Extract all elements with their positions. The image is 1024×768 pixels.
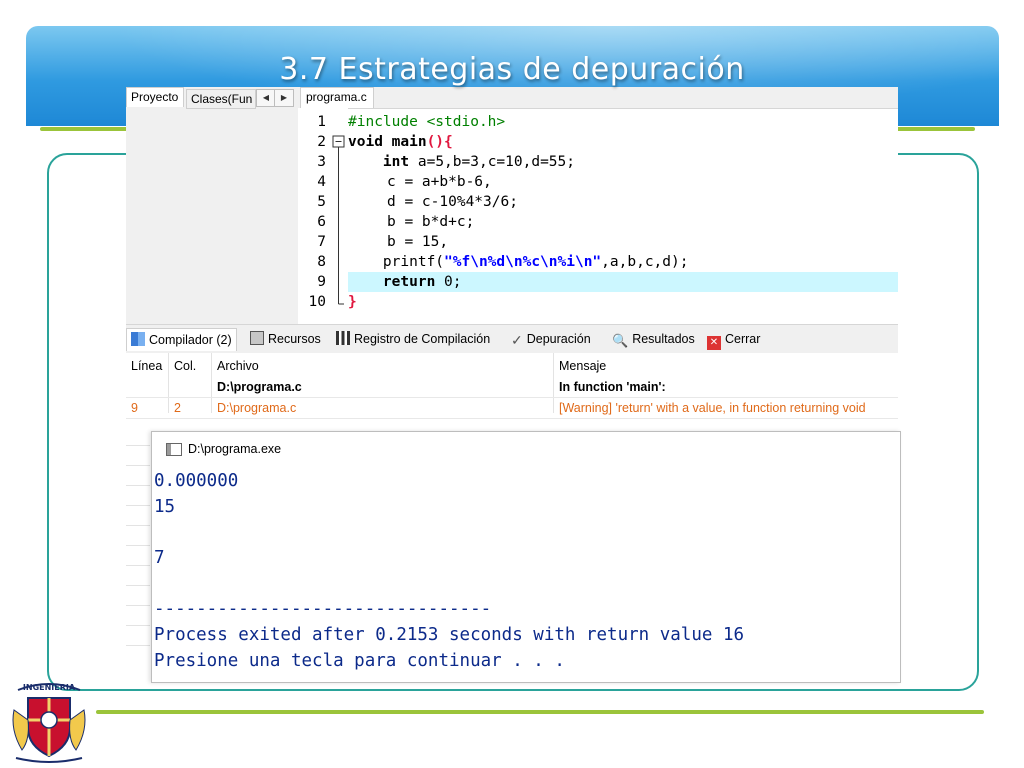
row-divider	[126, 505, 150, 506]
cell-mensaje: In function 'main':	[559, 380, 666, 394]
fold-minus-icon[interactable]	[332, 134, 346, 334]
cell-archivo: D:\programa.c	[217, 401, 297, 415]
declaration: a=5,b=3,c=10,d=55;	[409, 154, 575, 170]
tab-resultados[interactable]: 🔍 Resultados	[612, 328, 695, 350]
row-divider	[126, 565, 150, 566]
scroll-left-icon[interactable]: ◀	[256, 89, 276, 107]
line-number: 3	[317, 154, 326, 170]
tab-label: Registro de Compilación	[354, 332, 491, 346]
tab-label: Depuración	[526, 332, 591, 346]
tab-depuracion[interactable]: ✓ Depuración	[511, 328, 591, 350]
bar-chart-icon	[336, 331, 350, 345]
tab-recursos[interactable]: Recursos	[250, 328, 321, 350]
code-line-2: void main(){	[348, 134, 453, 150]
editor-tabbar: programa.c	[298, 87, 898, 109]
row-divider	[126, 645, 150, 646]
console-line: Process exited after 0.2153 seconds with…	[154, 625, 745, 645]
code-line-10: }	[348, 294, 357, 310]
keyword-int: int	[382, 154, 410, 170]
cell-archivo: D:\programa.c	[217, 380, 302, 394]
tab-proyecto[interactable]: Proyecto	[126, 87, 184, 107]
logo-text: INGENIERIA	[23, 683, 76, 692]
line-number: 9	[317, 274, 326, 290]
tab-label: Cerrar	[725, 332, 761, 346]
table-row[interactable]: 9 2 D:\programa.c [Warning] 'return' wit…	[126, 398, 898, 419]
header-col[interactable]: Col.	[174, 359, 196, 373]
compiler-grid-icon	[131, 332, 145, 346]
console-title: D:\programa.exe	[188, 442, 282, 456]
magnifier-icon: 🔍	[612, 333, 629, 348]
header-archivo[interactable]: Archivo	[217, 359, 259, 373]
keyword-return: return	[382, 274, 436, 290]
resources-icon	[250, 331, 264, 345]
row-divider	[126, 585, 150, 586]
return-value: 0;	[435, 274, 462, 290]
line-number: 8	[317, 254, 326, 270]
line-number: 10	[308, 294, 326, 310]
code-line-1: #include <stdio.h>	[348, 114, 506, 130]
tab-label: Recursos	[268, 332, 321, 346]
code-line-7: b = 15,	[387, 234, 449, 250]
code-line-9: return 0;	[348, 272, 898, 292]
console-line: --------------------------------	[154, 599, 492, 619]
scroll-right-icon[interactable]: ▶	[274, 89, 294, 107]
console-titlebar[interactable]: D:\programa.exe	[152, 432, 900, 466]
console-line: 15	[154, 497, 176, 517]
cell-linea: 9	[131, 401, 138, 415]
code-editor[interactable]: #include <stdio.h> void main(){ int a=5,…	[348, 108, 898, 324]
line-number: 5	[317, 194, 326, 210]
code-line-8: printf("%f\n%d\n%c\n%i\n",a,b,c,d);	[348, 252, 898, 272]
cell-mensaje: [Warning] 'return' with a value, in func…	[559, 401, 866, 415]
tab-compilador[interactable]: Compilador (2)	[126, 328, 237, 351]
console-line: 7	[154, 548, 165, 568]
console-line: Presione una tecla para continuar . . .	[154, 651, 565, 671]
header-mensaje[interactable]: Mensaje	[559, 359, 606, 373]
table-row[interactable]: D:\programa.c In function 'main':	[126, 377, 898, 398]
top-rule-right	[895, 127, 975, 131]
console-line: 0.000000	[154, 471, 239, 491]
keyword-void: void	[348, 134, 383, 150]
function-name: main	[382, 134, 427, 150]
tab-cerrar[interactable]: ✕ Cerrar	[707, 328, 760, 350]
cell-col: 2	[174, 401, 181, 415]
printf-args: ,a,b,c,d);	[601, 254, 689, 270]
tab-clases[interactable]: Clases(Fun	[186, 89, 256, 109]
code-line-3: int a=5,b=3,c=10,d=55;	[348, 152, 898, 172]
project-panel: Proyecto Clases(Fun ◀ ▶	[126, 87, 299, 324]
tab-label: Compilador (2)	[149, 333, 232, 347]
line-number: 4	[317, 174, 326, 190]
slide-title: 3.7 Estrategias de depuración	[279, 52, 745, 87]
code-line-6: b = b*d+c;	[387, 214, 475, 230]
code-line-4: c = a+b*b-6,	[387, 174, 492, 190]
tab-label: Resultados	[632, 332, 695, 346]
line-number: 1	[317, 114, 326, 130]
ingenieria-logo-icon: INGENIERIA	[12, 683, 86, 763]
bottom-tabbar: Compilador (2) Recursos Registro de Comp…	[126, 324, 898, 354]
console-window[interactable]: D:\programa.exe 0.000000 15 7 ----------…	[151, 431, 901, 683]
top-rule-left	[40, 127, 130, 131]
close-icon: ✕	[707, 336, 721, 350]
row-divider	[126, 525, 150, 526]
tab-registro[interactable]: Registro de Compilación	[336, 328, 490, 350]
format-string: "%f\n%d\n%c\n%i\n"	[444, 254, 602, 270]
line-number: 6	[317, 214, 326, 230]
row-divider	[126, 545, 150, 546]
row-divider	[126, 485, 150, 486]
console-window-icon	[166, 443, 182, 456]
row-divider	[126, 465, 150, 466]
header-linea[interactable]: Línea	[131, 359, 162, 373]
line-number: 7	[317, 234, 326, 250]
code-line-5: d = c-10%4*3/6;	[387, 194, 518, 210]
row-divider	[126, 605, 150, 606]
row-divider	[126, 445, 150, 446]
tab-programa-c[interactable]: programa.c	[300, 87, 374, 108]
bottom-rule	[96, 710, 984, 714]
line-number: 2	[317, 134, 326, 150]
row-divider	[126, 625, 150, 626]
line-gutter: 1 2 3 4 5 6 7 8 9 10	[298, 108, 348, 324]
printf-call: printf(	[382, 254, 445, 270]
check-icon: ✓	[511, 332, 523, 348]
